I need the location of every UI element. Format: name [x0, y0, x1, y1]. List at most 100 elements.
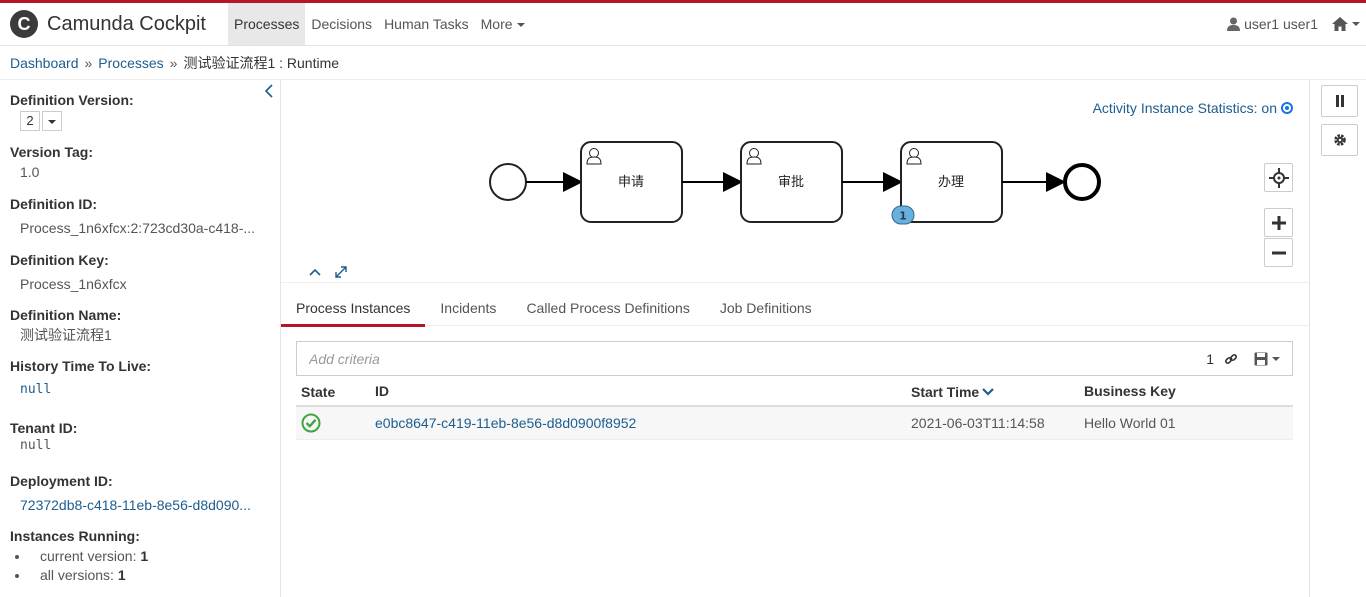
column-header-business-key[interactable]: Business Key — [1084, 378, 1293, 405]
tenant-id: Tenant ID: null — [10, 420, 270, 453]
criteria-search-box: 1 — [296, 341, 1293, 376]
process-definition-sidebar: Definition Version: 2 Version Tag: 1.0 D… — [0, 80, 281, 597]
gear-icon — [1333, 134, 1346, 146]
list-item: current version: 1 — [30, 548, 148, 564]
zoom-in-button[interactable] — [1264, 208, 1293, 237]
result-count: 1 — [1206, 351, 1214, 367]
instances-running-label: Instances Running: — [10, 528, 140, 544]
breadcrumb-separator: » — [84, 55, 93, 71]
caret-down-icon — [1272, 357, 1280, 361]
column-header-id[interactable]: ID — [375, 378, 911, 405]
tab-incidents[interactable]: Incidents — [425, 284, 511, 326]
zoom-out-button[interactable] — [1264, 238, 1293, 267]
settings-button[interactable] — [1321, 124, 1358, 156]
search-input[interactable] — [297, 342, 1177, 375]
suspend-button[interactable] — [1321, 85, 1358, 117]
business-key-cell: Hello World 01 — [1084, 415, 1176, 431]
state-cell — [296, 407, 375, 439]
expand-icon — [335, 266, 347, 278]
user-name: user1 user1 — [1244, 16, 1318, 32]
caret-down-icon — [1352, 22, 1360, 26]
maximize-diagram-button[interactable] — [332, 263, 350, 281]
definition-version: Definition Version: 2 — [10, 92, 134, 131]
tab-job-definitions[interactable]: Job Definitions — [705, 284, 827, 326]
top-navbar: C Camunda Cockpit Processes Decisions Hu… — [0, 0, 1366, 46]
version-tag: Version Tag: 1.0 — [10, 144, 270, 180]
bpmn-canvas[interactable]: 申请 审批 办理 1 — [281, 80, 1309, 283]
brand[interactable]: C Camunda Cockpit — [10, 10, 206, 38]
tab-called-process-definitions[interactable]: Called Process Definitions — [511, 284, 704, 326]
nav-human-tasks[interactable]: Human Tasks — [378, 3, 475, 45]
main-nav: Processes Decisions Human Tasks More — [228, 3, 531, 45]
home-menu[interactable] — [1332, 17, 1360, 31]
definition-id: Definition ID: Process_1n6xfcx:2:723cd30… — [10, 196, 270, 236]
crosshair-icon — [1268, 167, 1289, 188]
history-ttl-label: History Time To Live: — [10, 358, 152, 374]
user-menu[interactable]: user1 user1 — [1227, 3, 1318, 45]
start-time-cell: 2021-06-03T11:14:58 — [911, 414, 1045, 431]
table-row: e0bc8647-c419-11eb-8e56-d8d0900f8952 202… — [296, 407, 1293, 440]
pause-icon — [1335, 95, 1344, 107]
nav-more-label: More — [480, 16, 513, 32]
plus-icon — [1271, 215, 1286, 230]
history-ttl-value[interactable]: null — [10, 382, 270, 397]
caret-down-icon — [48, 119, 56, 124]
deployment-id-link[interactable]: 72372db8-c418-11eb-8e56-d8d090... — [10, 497, 270, 513]
chevron-left-icon — [264, 84, 273, 98]
list-item: all versions: 1 — [30, 567, 148, 583]
nav-more[interactable]: More — [475, 3, 531, 45]
nav-decisions[interactable]: Decisions — [305, 3, 378, 45]
sort-desc-icon — [982, 387, 994, 396]
tenant-id-label: Tenant ID: — [10, 420, 78, 436]
definition-key: Definition Key: Process_1n6xfcx — [10, 252, 270, 292]
start-event[interactable] — [489, 163, 527, 201]
save-search-button[interactable] — [1254, 352, 1280, 366]
version-dropdown-button[interactable] — [42, 111, 62, 131]
column-header-state[interactable]: State — [296, 378, 375, 405]
all-versions-label: all versions: — [40, 567, 114, 583]
user-task-2[interactable]: 审批 — [740, 141, 843, 223]
table-header: State ID Start Time Business Key — [296, 378, 1293, 407]
chevron-up-icon — [309, 268, 321, 276]
definition-id-value: Process_1n6xfcx:2:723cd30a-c418-... — [20, 220, 256, 236]
app-name: Camunda Cockpit — [47, 12, 206, 35]
end-event[interactable] — [1063, 163, 1101, 201]
reset-zoom-button[interactable] — [1264, 163, 1293, 192]
instance-count-badge[interactable]: 1 — [891, 205, 915, 225]
user-task-3[interactable]: 办理 1 — [891, 141, 1003, 225]
column-header-start-time[interactable]: Start Time — [911, 378, 1084, 405]
breadcrumb: Dashboard » Processes » 测试验证流程1 : Runtime — [0, 46, 1366, 80]
version-value[interactable]: 2 — [20, 111, 40, 131]
link-icon[interactable] — [1224, 352, 1238, 369]
definition-id-label: Definition ID: — [10, 196, 98, 212]
definition-version-label: Definition Version: — [10, 92, 134, 108]
collapse-sidebar-button[interactable] — [262, 82, 276, 103]
instance-id-link[interactable]: e0bc8647-c419-11eb-8e56-d8d0900f8952 — [375, 407, 911, 439]
column-header-start-time-label: Start Time — [911, 383, 980, 400]
ok-icon — [301, 413, 321, 433]
task-label: 办理 — [938, 175, 964, 190]
user-task-1[interactable]: 申请 — [580, 141, 683, 223]
tab-process-instances[interactable]: Process Instances — [281, 284, 426, 327]
caret-down-icon — [516, 23, 525, 28]
home-icon — [1332, 17, 1348, 31]
history-time-to-live: History Time To Live: null — [10, 358, 270, 397]
deployment-id: Deployment ID: 72372db8-c418-11eb-8e56-d… — [10, 473, 270, 513]
tab-bar: Process Instances Incidents Called Proce… — [281, 284, 1309, 327]
all-versions-count: 1 — [117, 567, 126, 583]
definition-name-value: 测试验证流程1 — [20, 327, 112, 343]
floppy-icon — [1254, 352, 1268, 366]
process-instances-table: State ID Start Time Business Key e0bc864… — [296, 378, 1293, 440]
bpmn-diagram-panel: Activity Instance Statistics: on 申请 审批 办… — [281, 80, 1309, 283]
user-icon — [1227, 17, 1241, 31]
breadcrumb-current: 测试验证流程1 : Runtime — [183, 55, 340, 71]
action-rail — [1309, 80, 1366, 597]
current-version-label: current version: — [40, 548, 137, 564]
collapse-diagram-button[interactable] — [306, 263, 324, 281]
version-select[interactable]: 2 — [20, 111, 134, 131]
version-tag-label: Version Tag: — [10, 144, 93, 160]
tenant-id-value: null — [20, 438, 52, 453]
breadcrumb-processes[interactable]: Processes — [98, 55, 163, 71]
nav-processes[interactable]: Processes — [228, 3, 306, 45]
breadcrumb-dashboard[interactable]: Dashboard — [10, 55, 79, 71]
